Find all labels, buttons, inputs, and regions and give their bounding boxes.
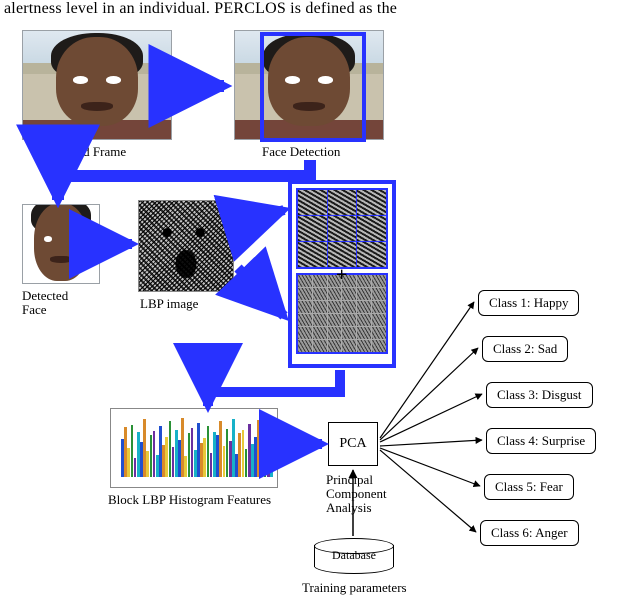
class-box-6: Class 6: Anger	[480, 520, 579, 546]
page-top-text: alertness level in an individual. PERCLO…	[4, 0, 636, 18]
lbp-image-caption: LBP image	[140, 296, 198, 312]
pca-label: PCA	[339, 436, 366, 452]
histogram-caption: Block LBP Histogram Features	[108, 492, 271, 508]
training-params-caption: Training parameters	[302, 580, 407, 596]
plus-symbol: +	[336, 264, 347, 287]
class-box-1: Class 1: Happy	[478, 290, 579, 316]
database-cylinder: Database	[314, 538, 394, 574]
diagram-canvas: alertness level in an individual. PERCLO…	[0, 0, 640, 610]
pca-box: PCA	[328, 422, 378, 466]
histogram-image	[110, 408, 278, 488]
captured-frame-image	[22, 30, 172, 140]
class-box-2: Class 2: Sad	[482, 336, 568, 362]
lbp-image	[138, 200, 234, 292]
class-box-3: Class 3: Disgust	[486, 382, 593, 408]
detected-face-image	[22, 204, 100, 284]
face-bounding-box	[260, 32, 366, 142]
lbp-grid-3x3	[296, 188, 388, 269]
face-detection-caption: Face Detection	[262, 144, 340, 160]
detected-face-caption-l2: Face	[22, 302, 47, 318]
class-box-4: Class 4: Surprise	[486, 428, 596, 454]
database-label: Database	[314, 548, 394, 563]
pca-sub-l3: Analysis	[326, 500, 372, 516]
captured-frame-caption: Captured Frame	[42, 144, 126, 160]
class-box-5: Class 5: Fear	[484, 474, 574, 500]
